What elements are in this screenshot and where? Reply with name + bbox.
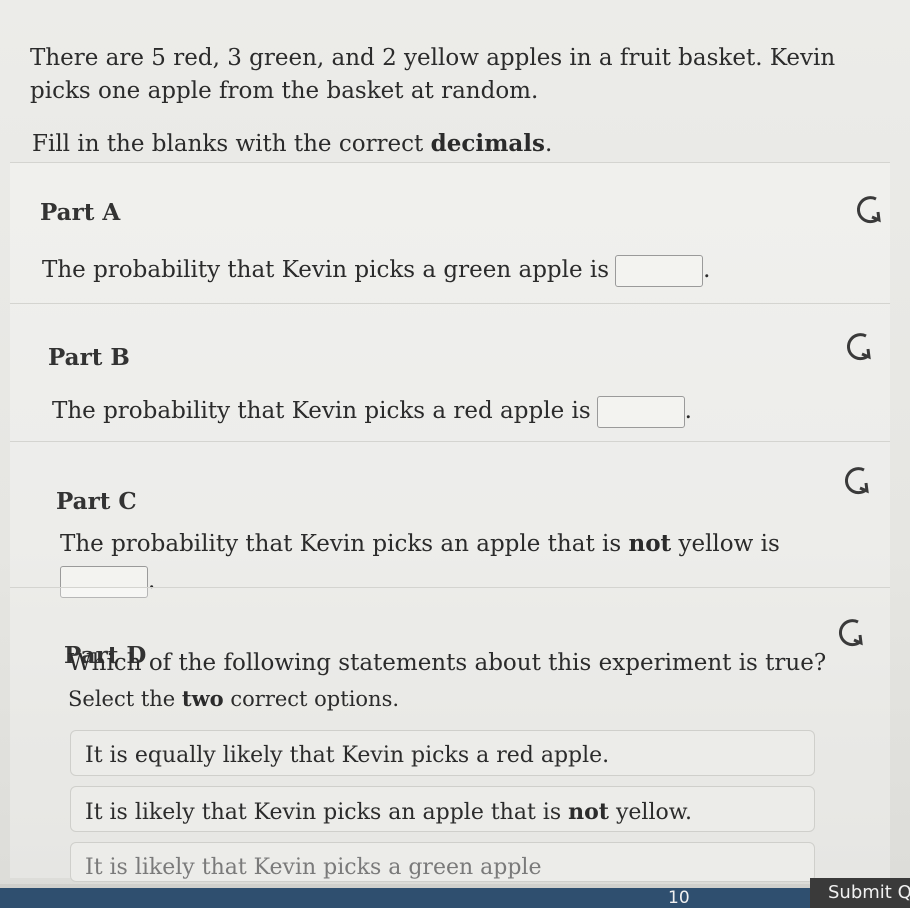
part-d-select-instruction: Select the two correct options. — [68, 686, 399, 711]
part-c-section: Part C The probability that Kevin picks … — [10, 441, 890, 598]
part-a-prompt: The probability that Kevin picks a green… — [42, 257, 610, 283]
part-b-end: . — [684, 398, 692, 424]
part-a-text: The probability that Kevin picks a green… — [42, 255, 710, 287]
part-a-end: . — [703, 257, 711, 283]
instruction-bold: decimals — [430, 130, 545, 157]
option-2-label-pre: It is likely that Kevin picks an apple t… — [85, 800, 569, 825]
option-1[interactable]: It is equally likely that Kevin picks a … — [70, 730, 815, 776]
option-3-label: It is likely that Kevin picks a green ap… — [85, 855, 542, 880]
question-intro: There are 5 red, 3 green, and 2 yellow a… — [30, 45, 836, 104]
part-c-prompt-post: yellow is — [671, 531, 780, 557]
part-a-title: Part A — [40, 199, 121, 226]
select-pre: Select the — [68, 687, 182, 711]
option-3[interactable]: It is likely that Kevin picks a green ap… — [70, 842, 815, 882]
select-bold: two — [181, 686, 224, 711]
fill-instruction: Fill in the blanks with the correct deci… — [32, 130, 552, 157]
instruction-suffix: . — [545, 131, 553, 157]
part-a-section: Part A The probability that Kevin picks … — [10, 162, 890, 303]
part-c-title: Part C — [56, 488, 137, 515]
part-b-answer-input[interactable] — [596, 396, 685, 428]
part-c-prompt-pre: The probability that Kevin picks an appl… — [60, 531, 629, 557]
option-2[interactable]: It is likely that Kevin picks an apple t… — [70, 786, 815, 832]
question-nav-strip — [0, 888, 910, 908]
reset-icon[interactable] — [852, 193, 886, 227]
part-c-text: The probability that Kevin picks an appl… — [60, 530, 780, 557]
option-2-label-post: yellow. — [608, 800, 692, 825]
instruction-prefix: Fill in the blanks with the correct — [32, 131, 431, 157]
submit-button[interactable]: Submit Q — [810, 878, 910, 908]
reset-icon[interactable] — [842, 330, 876, 364]
part-a-answer-input[interactable] — [615, 255, 704, 287]
reset-icon[interactable] — [840, 464, 874, 498]
part-b-section: Part B The probability that Kevin picks … — [10, 303, 890, 441]
option-2-label-bold: not — [568, 799, 609, 825]
part-b-text: The probability that Kevin picks a red a… — [52, 396, 692, 428]
option-1-label: It is equally likely that Kevin picks a … — [85, 743, 610, 768]
question-page: There are 5 red, 3 green, and 2 yellow a… — [0, 0, 910, 908]
footer-bar — [0, 884, 910, 908]
reset-icon[interactable] — [834, 616, 868, 650]
part-d-prompt: Which of the following statements about … — [68, 650, 827, 676]
part-b-title: Part B — [48, 344, 130, 371]
select-post: correct options. — [223, 687, 400, 711]
question-number-current[interactable]: 10 — [668, 888, 690, 908]
part-b-prompt: The probability that Kevin picks a red a… — [52, 398, 591, 424]
part-c-prompt-bold: not — [628, 530, 672, 557]
